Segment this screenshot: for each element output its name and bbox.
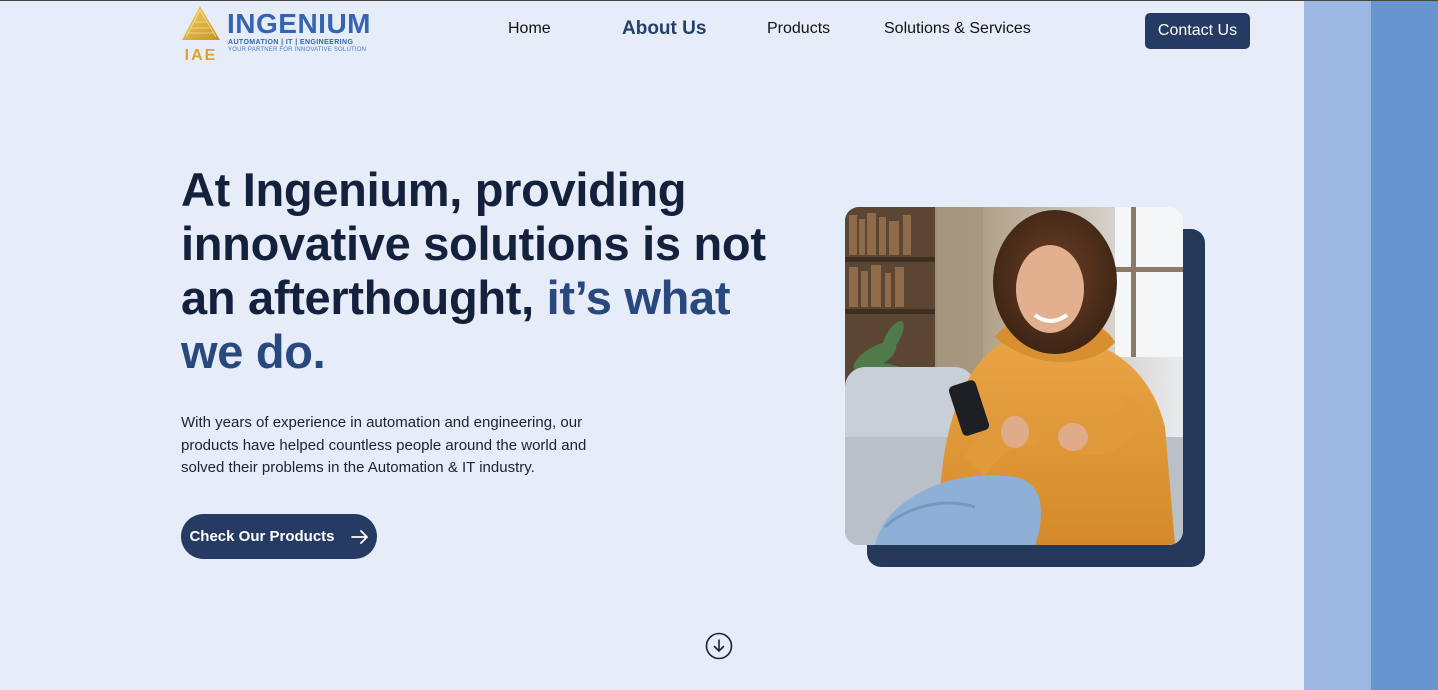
hero-photo-illustration xyxy=(845,207,1183,545)
hero-headline: At Ingenium, providing innovative soluti… xyxy=(181,163,781,379)
nav-item-products[interactable]: Products xyxy=(767,20,830,38)
logo[interactable]: IAE INGENIUM AUTOMATION | IT | ENGINEERI… xyxy=(180,6,371,64)
logo-name: INGENIUM xyxy=(227,8,371,39)
check-products-button[interactable]: Check Our Products xyxy=(181,514,377,559)
nav-item-about-us[interactable]: About Us xyxy=(622,18,706,40)
side-stripe-light xyxy=(1304,1,1371,690)
nav-item-solutions-services[interactable]: Solutions & Services xyxy=(884,20,1031,38)
arrow-down-circle-icon[interactable] xyxy=(705,632,733,660)
pyramid-logo-icon: IAE xyxy=(182,6,220,62)
logo-slogan: YOUR PARTNER FOR INNOVATIVE SOLUTION xyxy=(228,47,367,53)
check-products-label: Check Our Products xyxy=(189,528,335,545)
arrow-right-icon xyxy=(350,529,368,544)
hero-description: With years of experience in automation a… xyxy=(181,414,587,476)
hero-photo xyxy=(845,207,1183,545)
nav-item-home[interactable]: Home xyxy=(508,20,551,38)
top-border xyxy=(0,0,1438,1)
logo-tagline: AUTOMATION | IT | ENGINEERING xyxy=(228,39,354,46)
side-stripe-dark xyxy=(1371,1,1438,690)
contact-us-button[interactable]: Contact Us xyxy=(1145,13,1250,49)
logo-mark-text: IAE xyxy=(185,47,218,62)
